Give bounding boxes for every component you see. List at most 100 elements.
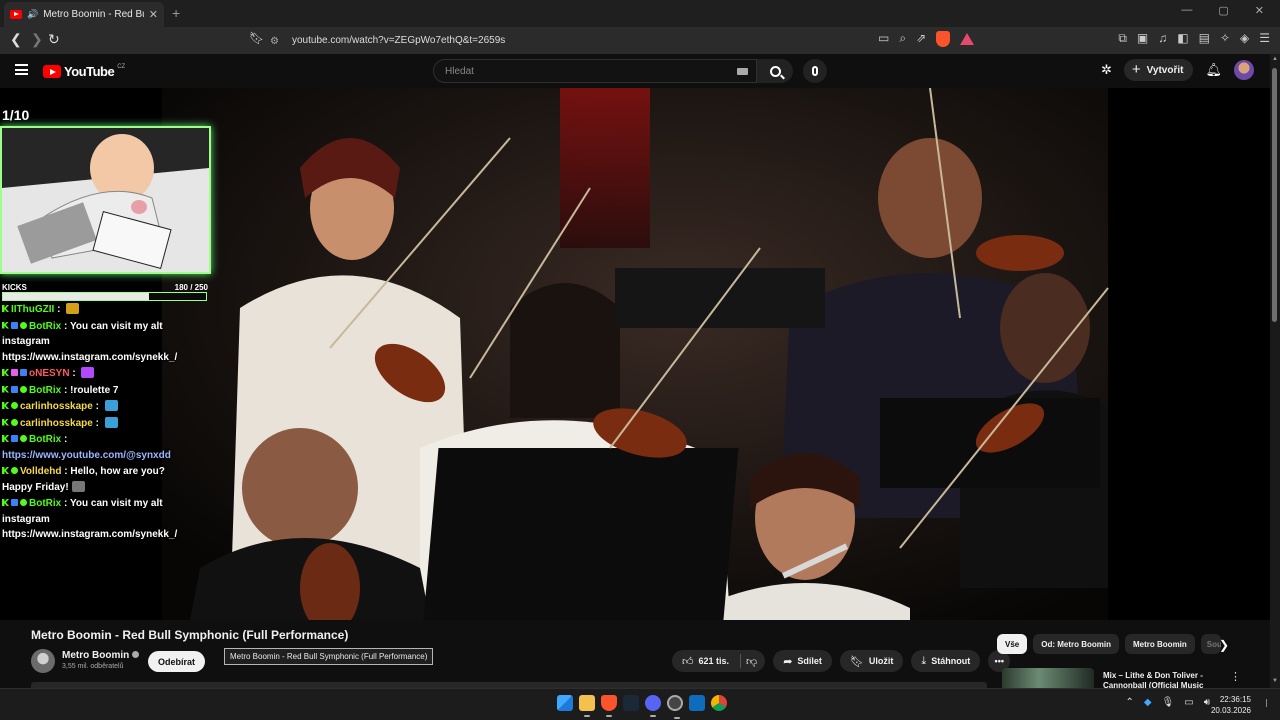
app-icon[interactable] [689, 695, 705, 711]
chip-all[interactable]: Vše [997, 634, 1028, 654]
maximize-button[interactable]: ▢ [1218, 4, 1228, 17]
chat-badge-icon [2, 402, 9, 409]
chat-message: carlinhosskape : [2, 399, 170, 415]
chrome-icon[interactable] [711, 695, 727, 711]
kebab-menu-icon[interactable]: ⋮ [1230, 670, 1241, 683]
chat-badge-icon [2, 321, 9, 329]
brave-shield-icon[interactable] [936, 31, 951, 47]
mic-icon [812, 66, 818, 76]
share-label: Sdílet [797, 656, 822, 666]
chat-badge-icon [2, 369, 9, 376]
file-explorer-icon[interactable] [579, 695, 595, 717]
minimize-button[interactable]: — [1181, 4, 1192, 17]
steam-icon[interactable] [623, 695, 639, 711]
chat-link[interactable]: https://www.youtube.com/@synxdd [2, 448, 171, 464]
dislike-icon[interactable]: 👎︎ [746, 655, 757, 668]
download-button[interactable]: ⤓ Stáhnout [911, 650, 981, 672]
chip-metro-boomin[interactable]: Metro Boomin [1125, 634, 1195, 654]
defender-icon[interactable]: ◆ [1144, 697, 1152, 708]
browser-menu-icon[interactable]: ☰ [1259, 31, 1270, 46]
sidebar-icon[interactable]: ◧ [1177, 31, 1188, 46]
chat-separator: : [61, 434, 68, 445]
subscribe-button[interactable]: Odebírat [148, 651, 206, 672]
recommended-title[interactable]: Mix – Lithe & Don Toliver - Cannonball (… [1103, 671, 1223, 688]
close-window-button[interactable]: ✕ [1255, 4, 1264, 17]
music-icon[interactable]: ♫ [1158, 31, 1167, 46]
back-icon[interactable]: ❮ [10, 31, 22, 48]
chat-message: BotRix : !roulette 7 [2, 383, 170, 399]
bookmark-icon[interactable]: 🔖︎ [249, 31, 264, 45]
extensions-icon[interactable]: ⧉ [1118, 31, 1127, 46]
page-scrollbar[interactable]: ▲ ▼ [1270, 54, 1280, 688]
recommended-thumbnail[interactable] [1002, 668, 1094, 688]
address-actions: ▭ ⌕ ⇗ [878, 31, 975, 47]
search-placeholder: Hledat [445, 65, 474, 77]
avatar[interactable] [1234, 60, 1254, 80]
search-input[interactable]: Hledat [433, 59, 757, 83]
create-button[interactable]: + Vytvořit [1123, 59, 1194, 81]
reload-icon[interactable]: ↻ [48, 31, 60, 48]
address-toolbar: ❮ ❯ ↻ 🔖︎ ⚙ youtube.com/watch?v=ZEGpWo7et… [0, 27, 1280, 54]
taskbar-clock[interactable]: 22:36:15 20.03.2026 [1211, 694, 1251, 716]
screenshot-icon[interactable]: ▣ [1137, 31, 1148, 46]
leo-ai-icon[interactable]: ✧ [1220, 31, 1230, 46]
share-button[interactable]: ➦ Sdílet [773, 650, 832, 672]
chat-badge-icon [11, 402, 18, 409]
bell-icon[interactable]: 🔔︎ [1205, 62, 1222, 78]
chat-text: !roulette 7 [70, 384, 119, 396]
chat-emote-icon [104, 416, 118, 428]
tray-overflow-icon[interactable]: ⌃ [1125, 697, 1133, 708]
chat-badge-icon [20, 499, 27, 506]
more-icon: ••• [994, 656, 1004, 666]
chip-from-channel[interactable]: Od: Metro Boomin [1033, 634, 1120, 654]
share-page-icon[interactable]: ⇗ [916, 31, 926, 47]
audio-playing-icon[interactable]: 🔊 [27, 9, 38, 20]
chat-username: carlinhosskape [20, 401, 93, 412]
zoom-icon[interactable]: ⌕ [899, 31, 906, 47]
chat-badge-icon [11, 499, 18, 506]
channel-avatar[interactable] [31, 649, 55, 673]
chat-separator: : [92, 417, 102, 429]
show-desktop-button[interactable] [1266, 699, 1274, 707]
chat-message: BotRix : You can visit my alt instagram … [2, 319, 177, 366]
wallet-icon[interactable]: ▤ [1199, 31, 1210, 46]
brave-rewards-icon[interactable] [960, 33, 975, 45]
forward-icon[interactable]: ❯ [31, 31, 43, 48]
mic-tray-icon[interactable]: 🎙︎ [1162, 697, 1175, 708]
chat-message: oNESYN : [2, 366, 170, 382]
chevron-right-icon[interactable]: ❯ [1219, 638, 1229, 652]
chat-username: BotRix [29, 434, 62, 445]
network-icon[interactable]: ▭ [1184, 697, 1193, 708]
video-details: Metro Boomin - Red Bull Symphonic (Full … [0, 620, 1270, 688]
scroll-down-icon[interactable]: ▼ [1272, 678, 1278, 684]
voice-search-button[interactable] [803, 59, 827, 83]
discord-icon[interactable] [645, 695, 661, 717]
kick-counter: 1/10 [2, 107, 30, 123]
site-settings-icon[interactable]: ⚙ [270, 36, 280, 47]
video-player[interactable]: 1/10 KICKS 180 / 250 IIThuGZII : BotRix … [0, 88, 1270, 620]
obs-icon[interactable] [667, 695, 683, 719]
keyboard-icon[interactable] [737, 68, 748, 75]
browser-tab[interactable]: 🔊 Metro Boomin - Red Bull Symp ✕ [4, 2, 164, 27]
scroll-up-icon[interactable]: ▲ [1272, 56, 1278, 62]
channel-name[interactable]: Metro Boomin [62, 650, 140, 661]
title-tooltip: Metro Boomin - Red Bull Symphonic (Full … [224, 648, 434, 665]
menu-icon[interactable] [15, 64, 28, 75]
new-tab-button[interactable]: + [172, 5, 180, 21]
vpn-icon[interactable]: ◈ [1240, 31, 1249, 46]
close-tab-icon[interactable]: ✕ [149, 8, 158, 21]
search-button[interactable] [757, 59, 793, 83]
ai-sparkle-icon[interactable]: ✲ [1101, 62, 1112, 78]
reader-mode-icon[interactable]: ▭ [878, 31, 889, 47]
volume-icon[interactable]: 🔊︎ [1204, 697, 1210, 708]
like-icon[interactable]: 👍︎ [682, 655, 694, 668]
webcam-overlay [0, 126, 211, 274]
chip-related[interactable]: Sou [1200, 634, 1221, 654]
save-button[interactable]: 🔖︎ Uložit [839, 650, 904, 672]
tab-title: Metro Boomin - Red Bull Symp [43, 9, 144, 20]
scrollbar-thumb[interactable] [1272, 68, 1277, 322]
brave-browser-icon[interactable] [601, 695, 617, 717]
youtube-logo[interactable]: YouTube CZ [43, 64, 125, 79]
start-icon[interactable] [557, 695, 573, 711]
like-count[interactable]: 621 tis. [699, 656, 730, 666]
